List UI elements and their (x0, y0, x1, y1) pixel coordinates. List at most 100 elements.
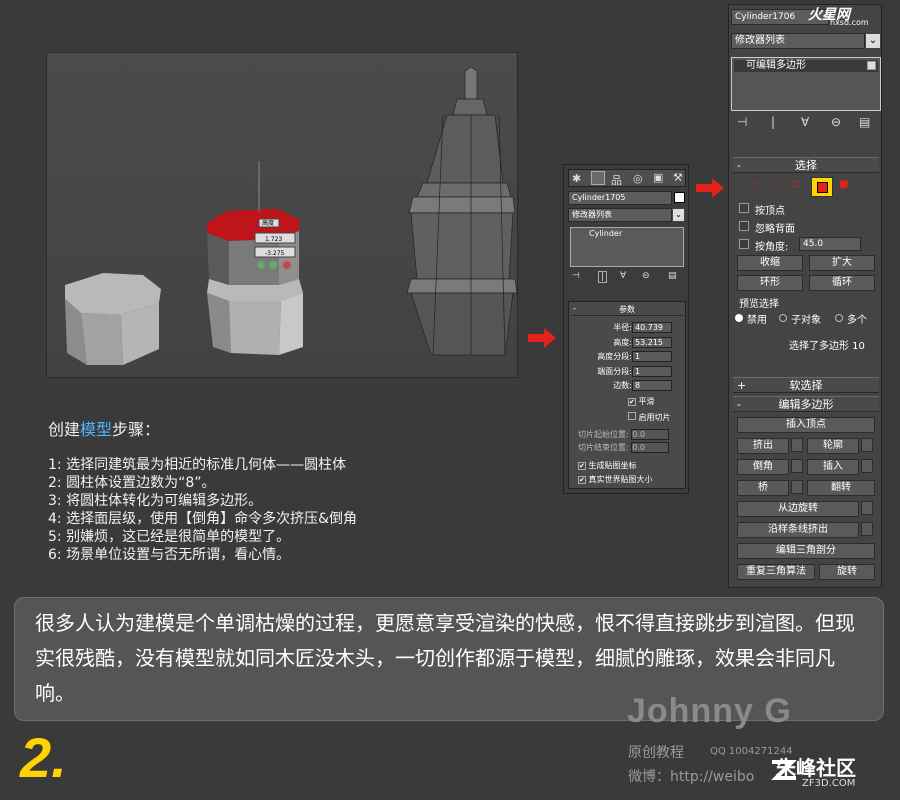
ignore-back-checkbox[interactable] (739, 221, 749, 231)
cylinder-selected-top (207, 161, 303, 355)
by-vertex-checkbox[interactable] (739, 203, 749, 213)
make-unique-icon[interactable]: ∀ (620, 271, 626, 281)
param-value[interactable]: 53.215 (632, 337, 672, 348)
bridge-button[interactable]: 桥 (737, 480, 789, 496)
smooth-checkbox[interactable]: ✔ (628, 398, 636, 406)
polygon-icon[interactable] (811, 177, 833, 197)
edge-icon[interactable]: ⟋ (771, 179, 778, 190)
soft-selection-rollout-head[interactable]: + 软选择 (733, 377, 879, 393)
shrink-button[interactable]: 收缩 (737, 255, 803, 271)
by-angle-checkbox[interactable] (739, 239, 749, 249)
outline-settings-button[interactable] (861, 438, 873, 452)
hierarchy-tab-icon[interactable]: 品 (611, 172, 622, 188)
modifier-stack[interactable]: 可编辑多边形 (731, 57, 881, 111)
turn-button[interactable]: 旋转 (819, 564, 875, 580)
inset-settings-button[interactable] (861, 459, 873, 473)
3d-viewport[interactable]: 高度 1.723 -3.275 (46, 52, 518, 378)
utilities-tab-icon[interactable]: ⚒ (673, 171, 683, 184)
hinge-from-edge-button[interactable]: 从边旋转 (737, 501, 859, 517)
param-row: 边数: 8 (570, 380, 680, 392)
configure-sets-icon[interactable]: ▤ (859, 115, 870, 129)
author-signature: Johnny G (627, 692, 792, 730)
outline-button[interactable]: 轮廓 (807, 438, 859, 454)
slice-from-value[interactable]: 0.0 (631, 429, 670, 440)
hinge-settings-button[interactable] (861, 501, 873, 515)
stack-item-cylinder[interactable]: Cylinder (571, 228, 683, 240)
pin-stack-icon[interactable]: ⊣ (572, 271, 580, 281)
zf-community-logo: 朱峰社区 (776, 756, 856, 780)
edit-triangulation-button[interactable]: 编辑三角剖分 (737, 543, 875, 559)
extrude-spline-settings-button[interactable] (861, 522, 873, 536)
stack-item-toggle[interactable] (867, 61, 876, 70)
real-world-checkbox-row[interactable]: ✔ 真实世界贴图大小 (578, 474, 653, 485)
remove-modifier-icon[interactable]: ⊖ (831, 115, 841, 129)
extrude-settings-button[interactable] (791, 438, 803, 452)
param-value[interactable]: 1 (632, 366, 672, 377)
object-name-field[interactable]: Cylinder1705 (568, 191, 672, 205)
extrude-button[interactable]: 挤出 (737, 438, 789, 454)
object-color-swatch[interactable] (674, 192, 685, 203)
flip-button[interactable]: 翻转 (807, 480, 875, 496)
bevel-settings-button[interactable] (791, 459, 803, 473)
smooth-checkbox-row[interactable]: ✔ 平滑 (628, 396, 655, 407)
display-tab-icon[interactable]: ▣ (653, 171, 663, 184)
configure-sets-icon[interactable]: ▤ (668, 271, 677, 281)
modifier-list-dropdown[interactable]: 修改器列表 (568, 208, 672, 222)
chevron-down-icon[interactable]: ⌄ (672, 208, 685, 222)
subobject-label: 子对象 (791, 315, 821, 326)
gen-map-checkbox-row[interactable]: ✔ 生成贴图坐标 (578, 460, 637, 471)
show-end-result-icon[interactable]: | (598, 271, 608, 283)
step-item: 1: 选择同建筑最为相近的标准几何体——圆柱体 (48, 457, 347, 473)
steps-title: 创建模型步骤： (48, 416, 160, 440)
signature-subtitle: 原创教程 (628, 745, 684, 761)
zf-url: ZF3D.COM (802, 778, 856, 789)
grow-button[interactable]: 扩大 (809, 255, 875, 271)
chevron-down-icon[interactable]: ⌄ (865, 33, 881, 49)
motion-tab-icon[interactable]: ◎ (633, 172, 643, 185)
multi-radio[interactable] (835, 314, 843, 322)
slice-from-label: 切片起始位置: (578, 430, 629, 439)
caddy-spinner2: -3.275 (265, 250, 285, 257)
modify-tab-icon[interactable] (591, 171, 605, 185)
stack-item-editable-poly[interactable]: 可编辑多边形 (734, 60, 878, 72)
retriangulate-button[interactable]: 重复三角算法 (737, 564, 815, 580)
slice-to-value[interactable]: 0.0 (631, 442, 670, 453)
extrude-along-spline-button[interactable]: 沿样条线挤出 (737, 522, 859, 538)
bevel-button[interactable]: 倒角 (737, 459, 789, 475)
loop-button[interactable]: 循环 (809, 275, 875, 291)
edit-poly-label: 编辑多边形 (778, 398, 834, 411)
modifier-list-dropdown[interactable]: 修改器列表 (731, 33, 865, 49)
disabled-radio[interactable] (735, 314, 743, 322)
slice-on-checkbox-row[interactable]: 启用切片 (628, 412, 671, 423)
param-row: 高度: 53.215 (570, 337, 680, 349)
disabled-label: 禁用 (747, 315, 767, 326)
ring-button[interactable]: 环形 (737, 275, 803, 291)
slice-on-checkbox[interactable] (628, 412, 636, 420)
real-world-checkbox[interactable]: ✔ (578, 476, 586, 484)
pin-stack-icon[interactable]: ⊣ (737, 115, 747, 129)
insert-vertex-button[interactable]: 插入顶点 (737, 417, 875, 433)
vertex-icon[interactable]: ·: (751, 179, 758, 190)
element-icon[interactable]: ■ (839, 179, 848, 190)
params-head[interactable]: - 参数 (571, 304, 683, 316)
modifier-stack[interactable]: Cylinder (570, 227, 684, 267)
selection-rollout-head[interactable]: - 选择 (733, 157, 879, 173)
subobject-radio[interactable] (779, 314, 787, 322)
create-tab-icon[interactable]: ✱ (572, 172, 581, 185)
angle-spinner[interactable]: 45.0 (799, 237, 861, 251)
gen-map-checkbox[interactable]: ✔ (578, 462, 586, 470)
show-end-result-icon[interactable]: | (771, 115, 775, 129)
soft-select-label: 软选择 (789, 379, 823, 392)
inset-button[interactable]: 插入 (807, 459, 859, 475)
param-value[interactable]: 40.739 (632, 322, 672, 333)
by-angle-label: 按角度: (755, 242, 789, 253)
make-unique-icon[interactable]: ∀ (801, 115, 809, 129)
edit-polygons-rollout-head[interactable]: - 编辑多边形 (733, 396, 879, 412)
stack-item-label: 可编辑多边形 (746, 60, 806, 71)
param-value[interactable]: 8 (632, 380, 672, 391)
bridge-settings-button[interactable] (791, 480, 803, 494)
param-value[interactable]: 1 (632, 351, 672, 362)
command-panel-tabs: ✱ 品 ◎ ▣ ⚒ (568, 169, 686, 187)
remove-modifier-icon[interactable]: ⊖ (642, 271, 650, 281)
border-icon[interactable]: ○ (791, 179, 800, 190)
